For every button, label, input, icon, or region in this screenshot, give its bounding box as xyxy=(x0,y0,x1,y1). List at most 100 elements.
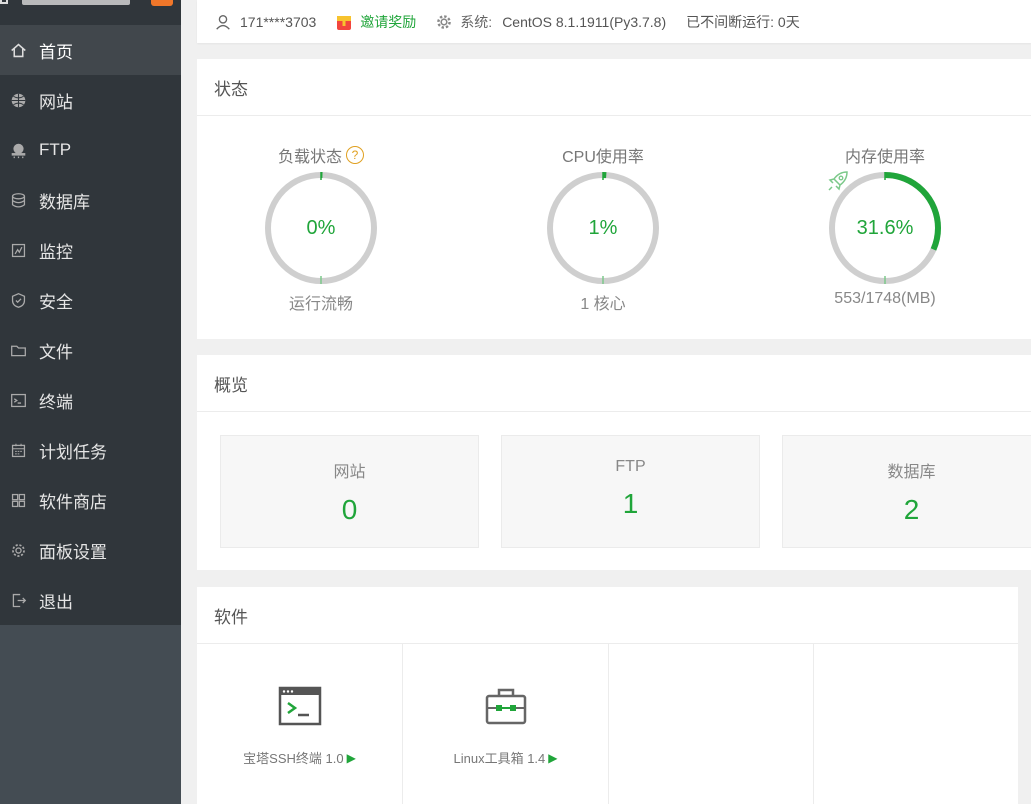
user-account[interactable]: 171****3703 xyxy=(214,13,316,31)
gear-icon xyxy=(9,541,27,559)
sidebar-item-label: 首页 xyxy=(39,42,73,62)
toolbox-icon xyxy=(485,688,526,725)
sidebar-item-label: 监控 xyxy=(39,242,73,262)
uptime-text: 已不间断运行: 0天 xyxy=(686,13,800,30)
status-panel: 状态 负载状态 ? 0% 运行流畅 CPU使用率 1% 1 核心 内存使用率 3… xyxy=(197,59,1031,339)
overview-card-ftp[interactable]: FTP 1 xyxy=(501,435,760,548)
gauge-ring: 31.6% xyxy=(827,170,943,286)
terminal-window-icon xyxy=(278,686,321,726)
user-name: 171****3703 xyxy=(240,13,317,30)
sidebar-item-monitor[interactable]: 监控 xyxy=(0,225,181,275)
sidebar-item-cron[interactable]: 计划任务 xyxy=(0,425,181,475)
memory-gauge[interactable]: 内存使用率 31.6% 553/1748(MB) xyxy=(785,144,985,308)
sidebar-item-terminal[interactable]: 终端 xyxy=(0,375,181,425)
play-icon[interactable]: ▶ xyxy=(548,751,557,765)
software-name: 宝塔SSH终端 1.0 xyxy=(243,751,344,766)
load-title: 负载状态 xyxy=(277,149,342,166)
gauge-value: 1% xyxy=(588,216,618,239)
gauge-title: CPU使用率 xyxy=(503,144,703,166)
software-name: Linux工具箱 1.4 xyxy=(453,751,546,766)
sidebar-item-label: 文件 xyxy=(39,342,73,362)
overview-panel: 概览 网站 0 FTP 1 数据库 2 xyxy=(197,355,1031,570)
cpu-title: CPU使用率 xyxy=(562,149,644,166)
sidebar-item-label: 数据库 xyxy=(39,192,90,212)
system-info: 系统: CentOS 8.1.1911(Py3.7.8) xyxy=(436,12,666,32)
card-label: 网站 xyxy=(333,464,366,481)
overview-card-database[interactable]: 数据库 2 xyxy=(782,435,1031,548)
user-icon xyxy=(216,14,230,30)
software-name-row: Linux工具箱 1.4 ▶ xyxy=(403,748,608,767)
sidebar-item-label: 安全 xyxy=(39,292,73,312)
sidebar-header xyxy=(0,0,181,25)
software-grid: 宝塔SSH终端 1.0 ▶ Linux工具箱 1.4 ▶ xyxy=(197,644,1018,804)
sidebar-item-ftp[interactable]: FTP xyxy=(0,125,181,175)
card-value[interactable]: 0 xyxy=(221,494,478,526)
terminal-icon xyxy=(9,391,27,409)
logout-icon xyxy=(9,591,27,609)
monitor-icon xyxy=(9,241,27,259)
sidebar-item-files[interactable]: 文件 xyxy=(0,325,181,375)
gauge-ring: 0% xyxy=(263,170,379,286)
panel-title: 概览 xyxy=(197,355,1031,412)
gauge-value: 31.6% xyxy=(856,216,914,239)
sidebar-item-store[interactable]: 软件商店 xyxy=(0,475,181,525)
globe-icon xyxy=(9,91,27,109)
sidebar-item-database[interactable]: 数据库 xyxy=(0,175,181,225)
sidebar-item-label: 面板设置 xyxy=(39,542,107,562)
sidebar-item-logout[interactable]: 退出 xyxy=(0,575,181,625)
server-icon xyxy=(0,0,8,4)
software-item-ssh-terminal[interactable]: 宝塔SSH终端 1.0 ▶ xyxy=(197,644,403,804)
gauge-title: 内存使用率 xyxy=(785,144,985,166)
gauge-subtitle: 运行流畅 xyxy=(288,296,353,313)
overview-cards: 网站 0 FTP 1 数据库 2 xyxy=(197,412,1031,569)
card-label: 数据库 xyxy=(887,464,936,481)
uptime-info: 已不间断运行: 0天 xyxy=(686,12,800,32)
calendar-icon xyxy=(9,441,27,459)
grid-icon xyxy=(9,491,27,509)
sidebar-item-label: 终端 xyxy=(39,392,73,412)
cpu-gauge[interactable]: CPU使用率 1% 1 核心 xyxy=(503,144,703,314)
invite-reward-link[interactable]: 邀请奖励 xyxy=(336,12,416,32)
card-value[interactable]: 1 xyxy=(502,488,759,520)
notification-badge[interactable] xyxy=(151,0,173,6)
system-label: 系统: xyxy=(460,13,493,30)
gauge-ring: 1% xyxy=(545,170,661,286)
database-icon xyxy=(9,191,27,209)
sidebar-item-security[interactable]: 安全 xyxy=(0,275,181,325)
gift-icon xyxy=(337,15,352,30)
help-icon[interactable]: ? xyxy=(346,146,364,164)
folder-icon xyxy=(9,341,27,359)
sidebar-item-settings[interactable]: 面板设置 xyxy=(0,525,181,575)
sidebar-item-label: FTP xyxy=(39,140,72,159)
sidebar-menu: 首页 网站 FTP 数据库 监控 安全 文件 终端 计划任务 软件商店 面板设置… xyxy=(0,25,181,625)
software-item-linux-toolbox[interactable]: Linux工具箱 1.4 ▶ xyxy=(403,644,609,804)
software-slot-empty xyxy=(814,644,1018,804)
software-name-row: 宝塔SSH终端 1.0 ▶ xyxy=(197,748,402,767)
sidebar: 首页 网站 FTP 数据库 监控 安全 文件 终端 计划任务 软件商店 面板设置… xyxy=(0,0,181,804)
gauge-title: 负载状态 ? xyxy=(221,144,421,166)
card-value[interactable]: 2 xyxy=(783,494,1031,526)
invite-reward-label: 邀请奖励 xyxy=(360,13,417,30)
sidebar-item-label: 计划任务 xyxy=(39,442,107,462)
gauge-value: 0% xyxy=(306,216,336,239)
panel-title: 软件 xyxy=(197,587,1018,644)
play-icon[interactable]: ▶ xyxy=(347,751,356,765)
sidebar-item-website[interactable]: 网站 xyxy=(0,75,181,125)
sidebar-item-label: 退出 xyxy=(39,592,73,612)
home-icon xyxy=(9,41,27,59)
overview-card-website[interactable]: 网站 0 xyxy=(220,435,479,548)
system-value: CentOS 8.1.1911(Py3.7.8) xyxy=(502,13,667,30)
gauge-subtitle: 1 核心 xyxy=(580,296,626,313)
shield-icon xyxy=(9,291,27,309)
sidebar-item-label: 网站 xyxy=(39,92,73,112)
gauge-subtitle: 553/1748(MB) xyxy=(834,290,936,307)
card-label: FTP xyxy=(615,458,646,475)
host-name xyxy=(22,0,130,5)
status-gauges: 负载状态 ? 0% 运行流畅 CPU使用率 1% 1 核心 内存使用率 31.6… xyxy=(197,116,1031,339)
sidebar-item-home[interactable]: 首页 xyxy=(0,25,181,75)
memory-title: 内存使用率 xyxy=(844,149,925,166)
ftp-icon xyxy=(9,141,27,159)
load-gauge[interactable]: 负载状态 ? 0% 运行流畅 xyxy=(221,144,421,314)
sidebar-item-label: 软件商店 xyxy=(39,492,107,512)
software-slot-empty xyxy=(609,644,814,804)
